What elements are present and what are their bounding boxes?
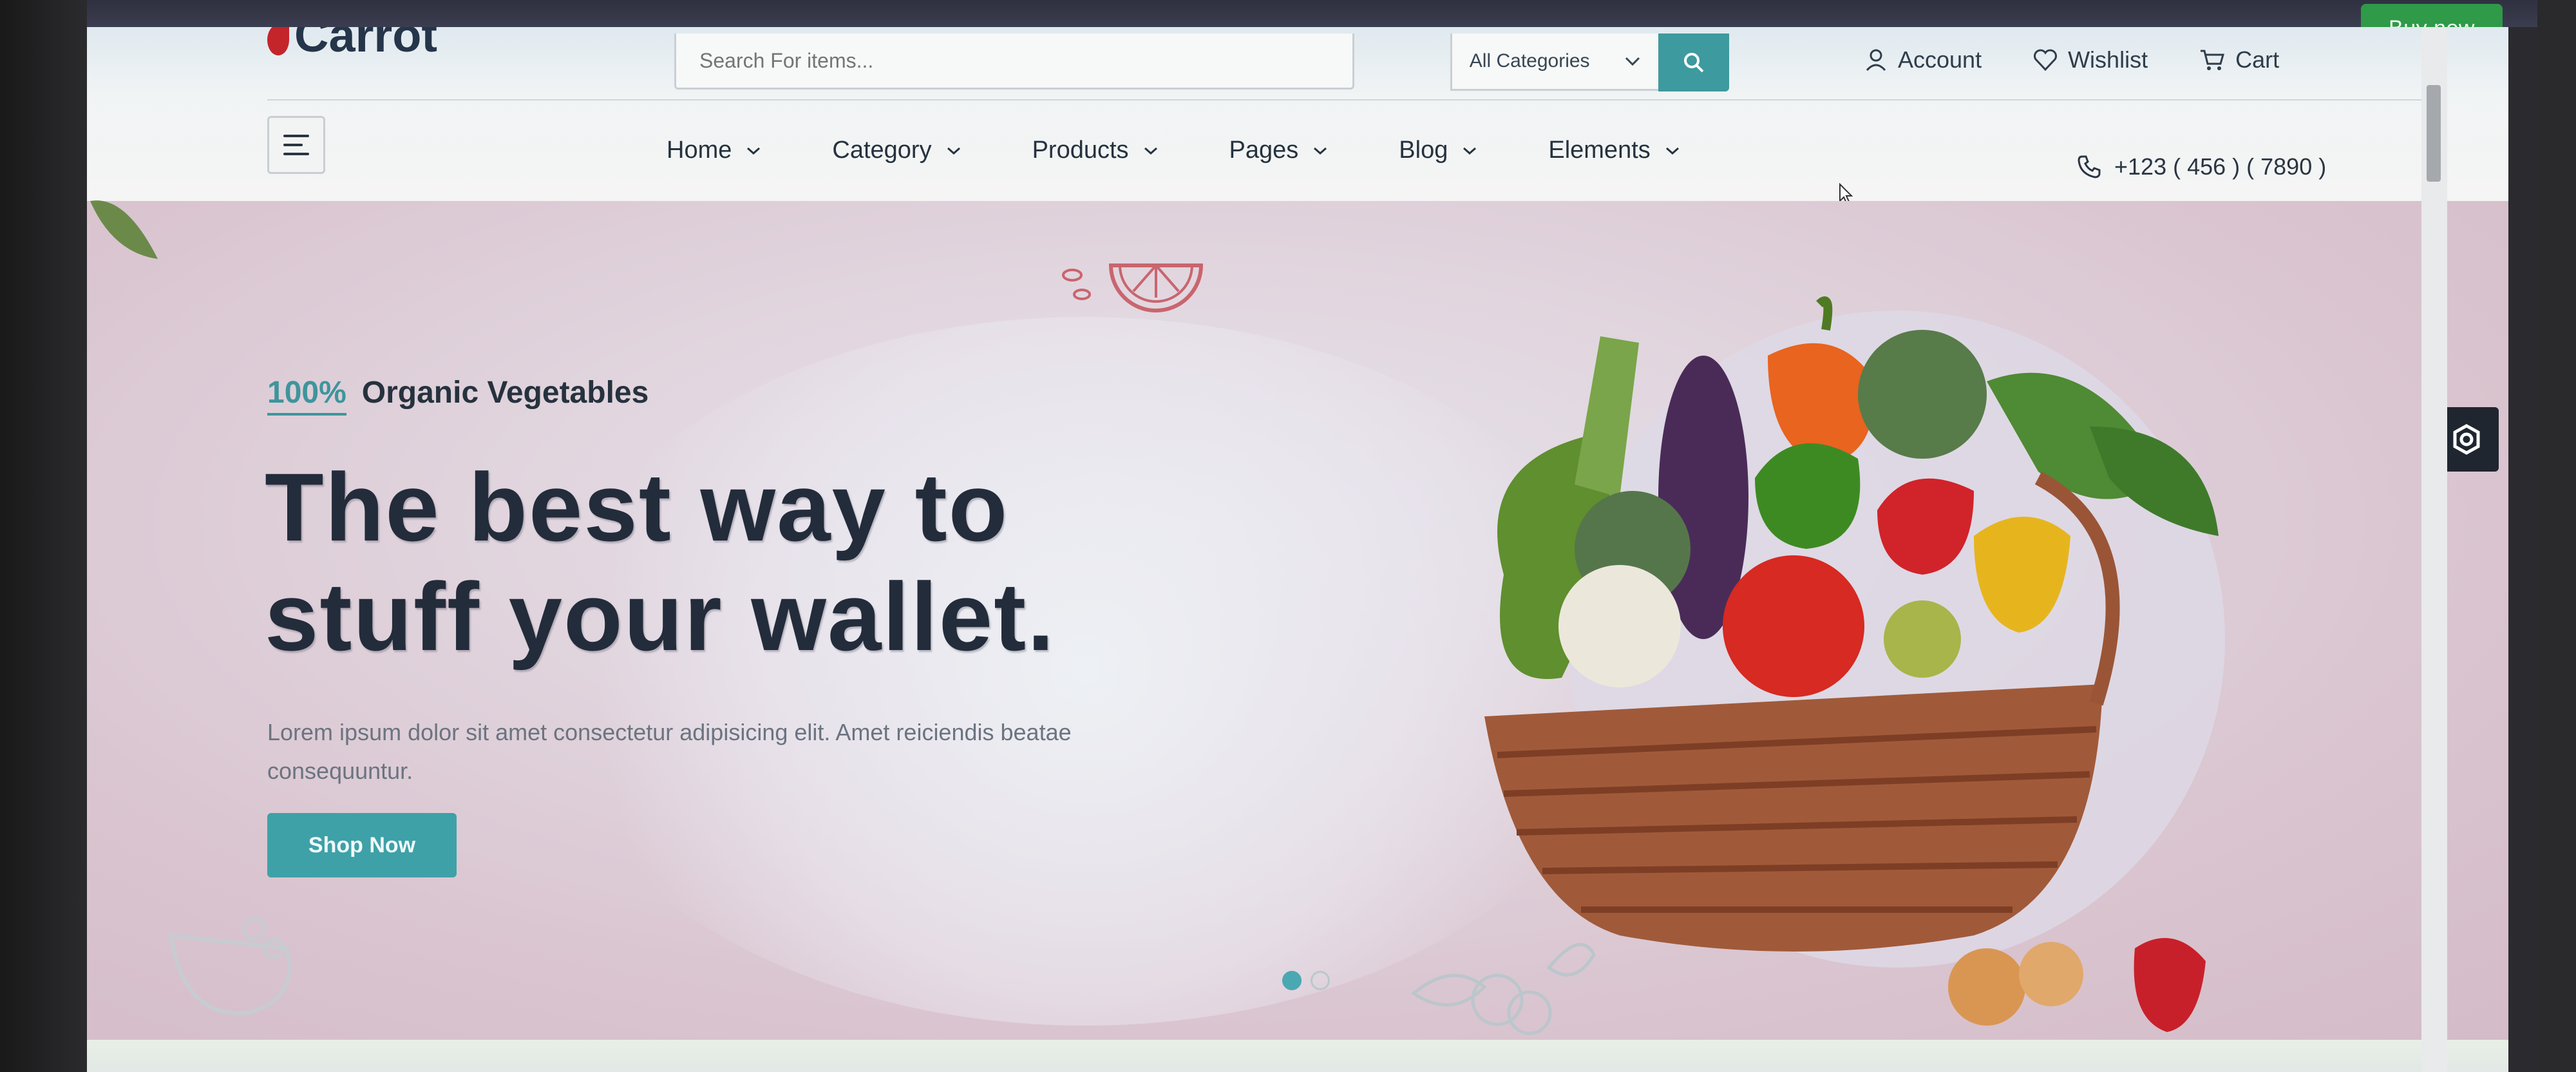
phone-number: +123 ( 456 ) ( 7890 ) [2114, 153, 2327, 180]
chevron-down-icon [1144, 147, 1157, 155]
account-link-label: Account [1898, 46, 1982, 73]
nav-item-label: Pages [1229, 137, 1299, 164]
chevron-down-icon [1665, 147, 1679, 155]
bowl-decor-icon [168, 917, 291, 1015]
shop-now-button[interactable]: Shop Now [267, 813, 457, 877]
header-divider [267, 99, 2431, 100]
hamburger-menu-button[interactable] [267, 116, 325, 174]
menu-icon-line [283, 144, 303, 146]
nav-item-home[interactable]: Home [667, 137, 761, 164]
search-icon [1684, 53, 1704, 73]
chevron-down-icon [947, 147, 960, 155]
site-header: Carrot All Categories Account Wishlist C… [87, 27, 2508, 206]
lemon-slice-decor-icon [1062, 263, 1204, 312]
chevron-down-icon [1463, 147, 1477, 155]
cart-link-label: Cart [2235, 46, 2280, 73]
heart-icon [2034, 49, 2058, 71]
carrot-logo-icon [267, 27, 289, 55]
vegetable-basket-image [1484, 296, 2225, 1032]
category-select-value: All Categories [1469, 50, 1590, 72]
chevron-down-icon [747, 147, 761, 155]
headline-line-2: stuff your wallet. [265, 562, 1056, 671]
next-section-edge [87, 1040, 2508, 1072]
tagline-accent: 100% [267, 375, 346, 416]
slider-dot-2[interactable] [1311, 971, 1330, 990]
gear-icon [2453, 424, 2480, 455]
search-bar [674, 34, 1354, 90]
wishlist-link-label: Wishlist [2068, 46, 2148, 73]
monitor-bezel-left [0, 0, 87, 1072]
slider-dot-1[interactable] [1282, 971, 1302, 990]
cart-icon [2201, 50, 2225, 70]
header-top-links: Account Wishlist Cart [1864, 46, 2279, 73]
hero-tagline: 100% Organic Vegetables [267, 375, 649, 416]
logo-text: Carrot [294, 27, 438, 62]
website-viewport: Carrot All Categories Account Wishlist C… [87, 27, 2508, 1072]
cart-link[interactable]: Cart [2199, 46, 2279, 73]
scrollbar-thumb[interactable] [2427, 85, 2441, 182]
slider-pagination [1282, 971, 1330, 990]
hero-banner: 100% Organic Vegetables The best way to … [87, 200, 2508, 1040]
nav-item-label: Blog [1399, 137, 1448, 164]
hero-description: Lorem ipsum dolor sit amet consectetur a… [267, 719, 1072, 784]
tagline-text: Organic Vegetables [361, 376, 649, 410]
chevron-down-icon [1314, 147, 1327, 155]
headline-line-1: The best way to [265, 453, 1009, 561]
wishlist-link[interactable]: Wishlist [2033, 46, 2148, 73]
account-link[interactable]: Account [1864, 46, 1982, 73]
nav-item-label: Products [1032, 137, 1129, 164]
nav-item-label: Elements [1548, 137, 1651, 164]
monitor-bezel-right [2537, 0, 2576, 1072]
nav-item-elements[interactable]: Elements [1548, 137, 1680, 164]
search-input[interactable] [676, 48, 1332, 73]
search-button[interactable] [1658, 34, 1729, 91]
menu-icon-line [283, 153, 309, 155]
category-select[interactable]: All Categories [1450, 34, 1658, 91]
nav-item-label: Home [667, 137, 732, 164]
user-icon [1866, 49, 1886, 72]
phone-icon [2078, 155, 2101, 178]
chevron-down-icon [1625, 57, 1640, 66]
nav-item-label: Category [832, 137, 932, 164]
leaf-decor-icon [90, 200, 158, 259]
logo[interactable]: Carrot [267, 27, 437, 62]
menu-icon-line [283, 135, 309, 137]
main-nav: Home Category Products Pages Blog Elemen… [667, 137, 1680, 164]
nav-item-category[interactable]: Category [832, 137, 961, 164]
hero-headline: The best way to stuff your wallet. [265, 452, 1231, 671]
vertical-scrollbar[interactable] [2421, 27, 2447, 1072]
browser-top-strip [87, 0, 2537, 27]
nav-item-products[interactable]: Products [1032, 137, 1159, 164]
nav-item-blog[interactable]: Blog [1399, 137, 1477, 164]
nav-item-pages[interactable]: Pages [1229, 137, 1329, 164]
phone-contact[interactable]: +123 ( 456 ) ( 7890 ) [2077, 153, 2326, 180]
